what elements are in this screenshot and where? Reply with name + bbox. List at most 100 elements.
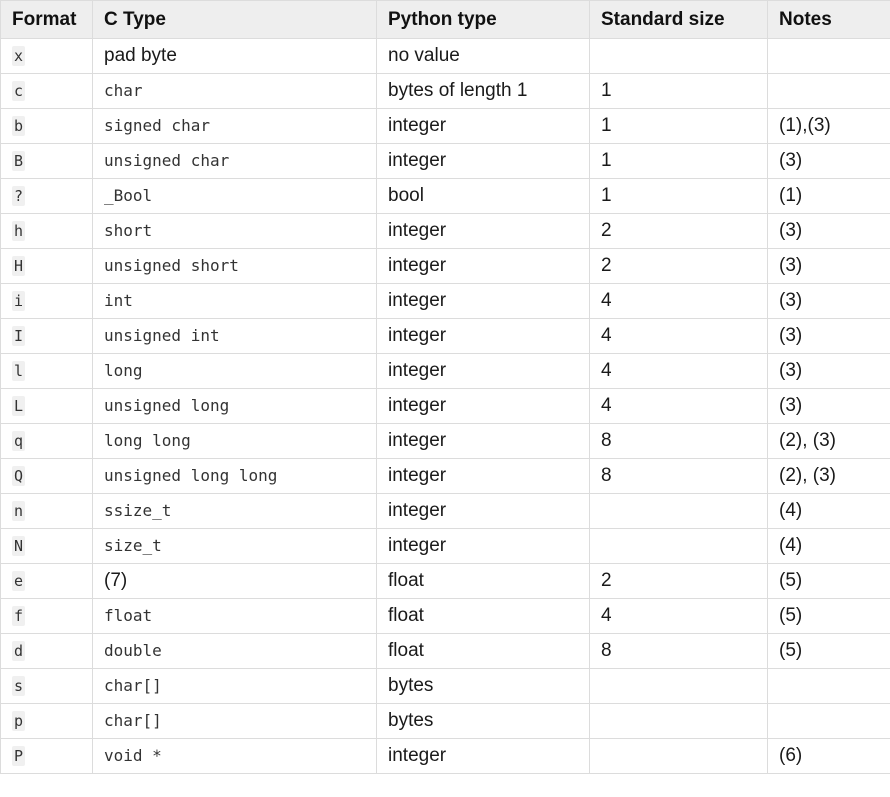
header-notes: Notes	[767, 0, 890, 39]
table-row: f float float 4 (5)	[0, 598, 890, 634]
standard-size-cell: 4	[589, 283, 768, 319]
ctype-cell: unsigned int	[92, 318, 377, 354]
ctype-cell: void *	[92, 738, 377, 774]
standard-size-cell: 1	[589, 73, 768, 109]
format-char: Q	[12, 466, 26, 486]
ctype-value: double	[104, 641, 162, 660]
format-char: ?	[12, 186, 26, 206]
ctype-value: (7)	[104, 570, 128, 591]
python-type-cell: integer	[376, 108, 590, 144]
ctype-cell: short	[92, 213, 377, 249]
ctype-cell: (7)	[92, 563, 377, 599]
header-standard-size: Standard size	[589, 0, 768, 39]
format-cell: L	[0, 388, 93, 424]
standard-size-cell	[589, 528, 768, 564]
standard-size-cell: 1	[589, 178, 768, 214]
python-type-cell: float	[376, 633, 590, 669]
format-cell: P	[0, 738, 93, 774]
ctype-value: void *	[104, 746, 162, 765]
format-char: q	[12, 431, 26, 451]
table-row: p char[] bytes	[0, 703, 890, 739]
format-cell: Q	[0, 458, 93, 494]
table-row: s char[] bytes	[0, 668, 890, 704]
ctype-value: unsigned short	[104, 256, 239, 275]
python-type-cell: integer	[376, 528, 590, 564]
ctype-value: long	[104, 361, 143, 380]
python-type-cell: integer	[376, 283, 590, 319]
format-char: H	[12, 256, 26, 276]
ctype-cell: ssize_t	[92, 493, 377, 529]
ctype-value: short	[104, 221, 153, 240]
format-cell: q	[0, 423, 93, 459]
python-type-cell: integer	[376, 143, 590, 179]
standard-size-cell	[589, 38, 768, 74]
table-row: q long long integer 8 (2), (3)	[0, 423, 890, 459]
notes-cell	[767, 703, 890, 739]
ctype-cell: long long	[92, 423, 377, 459]
standard-size-cell: 1	[589, 143, 768, 179]
format-char: c	[12, 81, 26, 101]
python-type-cell: float	[376, 563, 590, 599]
table-row: e (7) float 2 (5)	[0, 563, 890, 599]
table-row: b signed char integer 1 (1),(3)	[0, 108, 890, 144]
ctype-value: pad byte	[104, 45, 177, 66]
table-row: d double float 8 (5)	[0, 633, 890, 669]
table-row: Pvoid * integer (6)	[0, 738, 890, 774]
notes-cell: (4)	[767, 528, 890, 564]
python-type-cell: bool	[376, 178, 590, 214]
notes-cell: (1),(3)	[767, 108, 890, 144]
ctype-value: unsigned long	[104, 396, 230, 415]
format-cell: l	[0, 353, 93, 389]
ctype-cell: unsigned long	[92, 388, 377, 424]
notes-cell: (3)	[767, 213, 890, 249]
format-cell: n	[0, 493, 93, 529]
notes-cell	[767, 668, 890, 704]
notes-cell: (5)	[767, 598, 890, 634]
ctype-cell: _Bool	[92, 178, 377, 214]
standard-size-cell: 4	[589, 318, 768, 354]
format-cell: I	[0, 318, 93, 354]
format-cell: h	[0, 213, 93, 249]
format-char: i	[12, 291, 26, 311]
table-header-row: Format C Type Python type Standard size …	[0, 0, 890, 39]
ctype-cell: unsigned short	[92, 248, 377, 284]
ctype-cell: unsigned char	[92, 143, 377, 179]
notes-cell: (3)	[767, 353, 890, 389]
format-char: P	[12, 746, 26, 766]
format-char: x	[12, 46, 26, 66]
ctype-value: char	[104, 81, 143, 100]
format-cell: e	[0, 563, 93, 599]
table-row: Iunsigned int integer 4 (3)	[0, 318, 890, 354]
notes-cell: (5)	[767, 633, 890, 669]
format-char: p	[12, 711, 26, 731]
standard-size-cell: 4	[589, 598, 768, 634]
format-cell: H	[0, 248, 93, 284]
table-row: c char bytes of length 11	[0, 73, 890, 109]
format-char: N	[12, 536, 26, 556]
format-cell: b	[0, 108, 93, 144]
notes-cell	[767, 38, 890, 74]
ctype-value: long long	[104, 431, 191, 450]
ctype-value: signed char	[104, 116, 210, 135]
format-cell: i	[0, 283, 93, 319]
ctype-value: _Bool	[104, 186, 153, 205]
format-char: L	[12, 396, 26, 416]
table-row: Qunsigned long long integer 8 (2), (3)	[0, 458, 890, 494]
notes-cell: (3)	[767, 318, 890, 354]
ctype-value: unsigned long long	[104, 466, 278, 485]
standard-size-cell: 2	[589, 213, 768, 249]
standard-size-cell: 8	[589, 458, 768, 494]
notes-cell: (5)	[767, 563, 890, 599]
format-cell: B	[0, 143, 93, 179]
format-char: s	[12, 676, 26, 696]
python-type-cell: integer	[376, 353, 590, 389]
ctype-cell: double	[92, 633, 377, 669]
table-row: Hunsigned short integer 2 (3)	[0, 248, 890, 284]
table-row: l long integer 4 (3)	[0, 353, 890, 389]
python-type-cell: integer	[376, 318, 590, 354]
standard-size-cell: 1	[589, 108, 768, 144]
table-row: n ssize_t integer (4)	[0, 493, 890, 529]
notes-cell: (3)	[767, 283, 890, 319]
header-format: Format	[0, 0, 93, 39]
standard-size-cell: 4	[589, 353, 768, 389]
